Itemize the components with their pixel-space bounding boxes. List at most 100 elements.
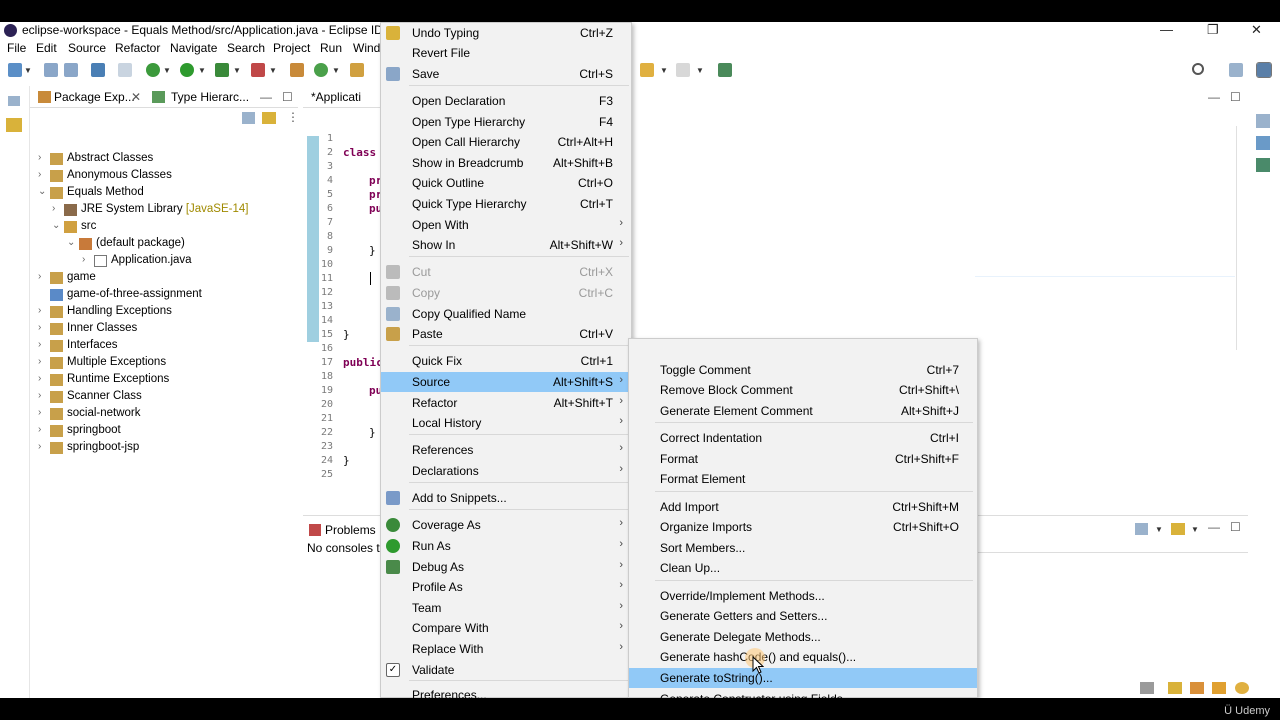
display-console-icon[interactable]	[1135, 523, 1148, 535]
chevron-right-icon[interactable]: ›	[38, 407, 41, 418]
chevron-down-icon[interactable]: ▼	[24, 66, 32, 75]
console-icon[interactable]	[91, 63, 105, 77]
chevron-right-icon[interactable]: ›	[82, 254, 85, 265]
menu-refactor[interactable]: Refactor	[115, 41, 160, 55]
chevron-right-icon[interactable]: ›	[38, 305, 41, 316]
menu-file[interactable]: File	[7, 41, 26, 55]
tab-type-hierarchy[interactable]: Type Hierarc...	[171, 90, 249, 104]
context-menu-item[interactable]: Source Alt+Shift+S ›	[381, 372, 631, 392]
coverage-icon[interactable]	[215, 63, 229, 77]
view-menu-icon[interactable]: ⋮	[287, 110, 299, 124]
chevron-down-icon[interactable]: ▼	[233, 66, 241, 75]
chevron-right-icon[interactable]: ›	[38, 441, 41, 452]
open-console-icon[interactable]	[1171, 523, 1185, 535]
close-button[interactable]: ✕	[1251, 22, 1262, 38]
context-menu-item[interactable]: Add to Snippets...	[381, 488, 631, 508]
new-icon[interactable]	[8, 63, 22, 77]
source-menu-item[interactable]: Format Ctrl+Shift+F	[629, 449, 977, 469]
menu-run[interactable]: Run	[320, 41, 342, 55]
chevron-down-icon[interactable]: ▼	[696, 66, 704, 75]
context-menu-item[interactable]: Compare With ›	[381, 618, 631, 638]
source-menu-item[interactable]: Generate Element Comment Alt+Shift+J	[629, 401, 977, 421]
download-icon[interactable]	[1256, 158, 1270, 172]
source-menu-item[interactable]: Organize Imports Ctrl+Shift+O	[629, 517, 977, 537]
menu-search[interactable]: Search	[227, 41, 265, 55]
context-menu-item[interactable]: Open Type Hierarchy F4	[381, 112, 631, 132]
save-all-icon[interactable]	[64, 63, 78, 77]
chevron-down-icon[interactable]: ▼	[198, 66, 206, 75]
source-menu-item[interactable]: Add Import Ctrl+Shift+M	[629, 497, 977, 517]
chevron-down-icon[interactable]: ⌄	[67, 237, 75, 248]
chevron-right-icon[interactable]: ›	[38, 339, 41, 350]
source-menu-item[interactable]: Sort Members...	[629, 538, 977, 558]
link-with-editor-icon[interactable]	[262, 112, 276, 124]
context-menu-item[interactable]: Save Ctrl+S	[381, 64, 631, 84]
context-menu-item[interactable]: Show In Alt+Shift+W ›	[381, 235, 631, 255]
source-menu-item[interactable]: Remove Block Comment Ctrl+Shift+\	[629, 380, 977, 400]
tab-package-explorer[interactable]: Package Exp...	[54, 90, 135, 104]
forward-icon[interactable]	[676, 63, 690, 77]
back-icon[interactable]	[640, 63, 654, 77]
task-list-icon[interactable]	[1256, 136, 1270, 150]
menu-project[interactable]: Project	[273, 41, 310, 55]
new-java-project-icon[interactable]	[290, 63, 304, 77]
chevron-right-icon[interactable]: ›	[38, 322, 41, 333]
search-icon[interactable]	[1192, 63, 1204, 75]
java-perspective-icon[interactable]	[1256, 62, 1272, 78]
outline-icon[interactable]	[1256, 114, 1270, 128]
context-menu-item[interactable]: Show in Breadcrumb Alt+Shift+B	[381, 153, 631, 173]
context-menu-item[interactable]: Run As ›	[381, 536, 631, 556]
context-menu-item[interactable]: Preferences...	[381, 685, 631, 698]
close-icon[interactable]: ✕	[131, 90, 141, 104]
chevron-right-icon[interactable]: ›	[38, 356, 41, 367]
chevron-down-icon[interactable]: ▼	[269, 66, 277, 75]
new-class-icon[interactable]	[314, 63, 328, 77]
debug-icon[interactable]	[146, 63, 160, 77]
context-menu-item[interactable]: Declarations ›	[381, 461, 631, 481]
context-menu-item[interactable]: Quick Type Hierarchy Ctrl+T	[381, 194, 631, 214]
open-type-icon[interactable]	[350, 63, 364, 77]
context-menu-item[interactable]: Profile As ›	[381, 577, 631, 597]
source-menu-item[interactable]: Clean Up...	[629, 558, 977, 578]
chevron-right-icon[interactable]: ›	[52, 203, 55, 214]
minimize-button[interactable]: —	[1160, 22, 1173, 37]
chevron-down-icon[interactable]: ▼	[1191, 525, 1199, 534]
context-menu-item[interactable]: Coverage As ›	[381, 515, 631, 535]
source-menu-item[interactable]: Generate Getters and Setters...	[629, 606, 977, 626]
chevron-right-icon[interactable]: ›	[38, 373, 41, 384]
overview-ruler[interactable]	[1236, 126, 1244, 350]
chevron-right-icon[interactable]: ›	[38, 271, 41, 282]
chevron-down-icon[interactable]: ▼	[163, 66, 171, 75]
chevron-right-icon[interactable]: ›	[38, 390, 41, 401]
chevron-down-icon[interactable]: ▼	[332, 66, 340, 75]
skip-breakpoints-icon[interactable]	[118, 63, 132, 77]
context-menu-item[interactable]: Quick Fix Ctrl+1	[381, 351, 631, 371]
source-menu-item[interactable]: Generate hashCode() and equals()...	[629, 647, 977, 667]
chevron-down-icon[interactable]: ⌄	[52, 220, 60, 231]
maximize-button[interactable]: ❐	[1207, 22, 1219, 38]
source-menu-item[interactable]: Override/Implement Methods...	[629, 586, 977, 606]
minimize-view-icon[interactable]: —	[1208, 520, 1220, 534]
context-menu-item[interactable]: Open With ›	[381, 215, 631, 235]
menu-window[interactable]: Wind	[353, 41, 380, 55]
context-menu-item[interactable]: Refactor Alt+Shift+T ›	[381, 393, 631, 413]
save-icon[interactable]	[44, 63, 58, 77]
menu-source[interactable]: Source	[68, 41, 106, 55]
tab-problems[interactable]: Problems	[325, 523, 376, 537]
external-tools-icon[interactable]	[251, 63, 265, 77]
context-menu-item[interactable]: Debug As ›	[381, 557, 631, 577]
context-menu-item[interactable]: Replace With ›	[381, 639, 631, 659]
context-menu-item[interactable]: Undo Typing Ctrl+Z	[381, 23, 631, 43]
context-menu-item[interactable]: Open Declaration F3	[381, 91, 631, 111]
context-menu-item[interactable]: Copy Qualified Name	[381, 304, 631, 324]
source-menu-item[interactable]: Correct Indentation Ctrl+I	[629, 428, 977, 448]
context-menu-item[interactable]: Open Call Hierarchy Ctrl+Alt+H	[381, 132, 631, 152]
context-menu-item[interactable]: References ›	[381, 440, 631, 460]
source-menu-item[interactable]: Generate Constructor using Fields...	[629, 689, 977, 698]
open-perspective-icon[interactable]	[1229, 63, 1243, 77]
pin-editor-icon[interactable]	[718, 63, 732, 77]
maximize-view-icon[interactable]: ☐	[1230, 520, 1241, 534]
context-menu-item[interactable]: Local History ›	[381, 413, 631, 433]
chevron-down-icon[interactable]: ▼	[660, 66, 668, 75]
context-menu-item[interactable]: Quick Outline Ctrl+O	[381, 173, 631, 193]
